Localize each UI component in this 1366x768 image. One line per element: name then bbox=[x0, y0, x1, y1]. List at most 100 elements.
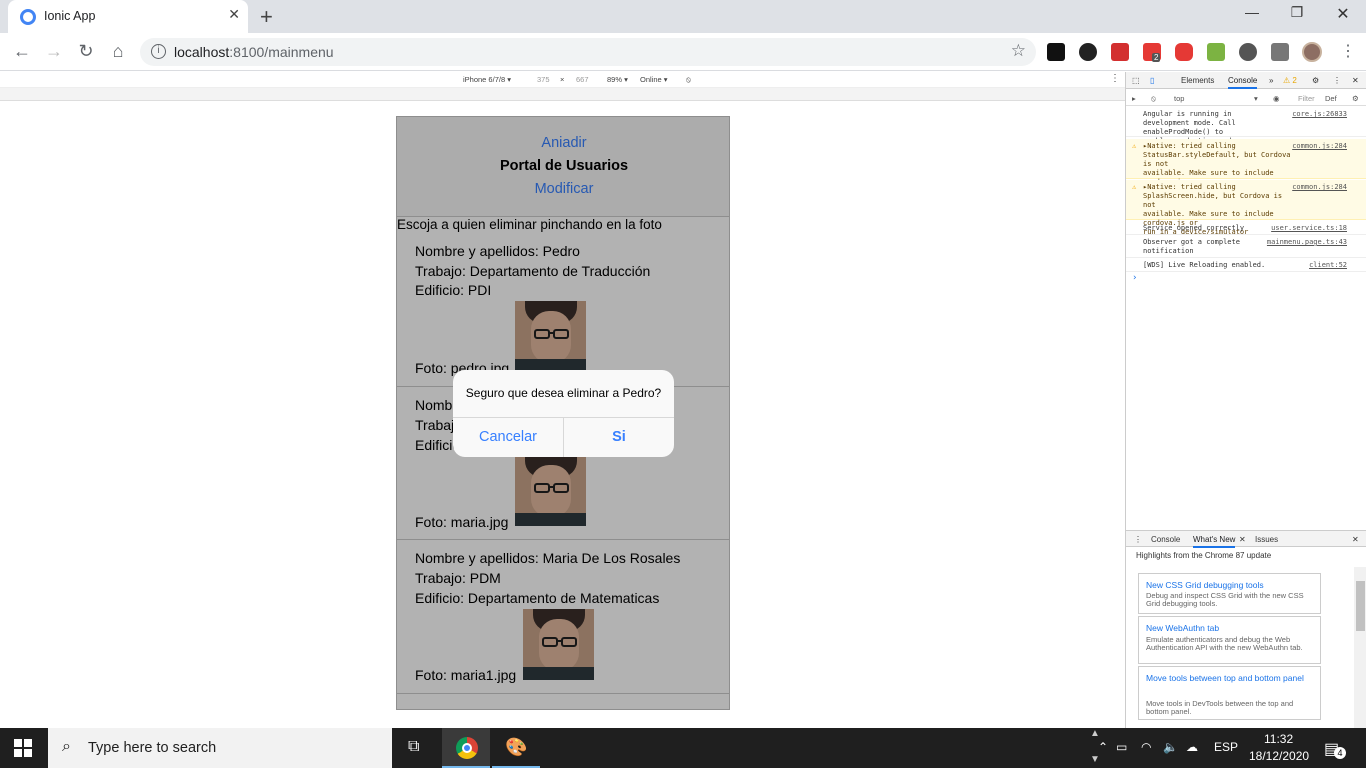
language-indicator[interactable]: ESP bbox=[1214, 740, 1238, 754]
device-select[interactable]: iPhone 6/7/8 ▾ bbox=[463, 75, 511, 84]
device-toolbar: iPhone 6/7/8 ▾ 375 × 667 89% ▾ Online ▾ … bbox=[0, 72, 1125, 88]
paint-icon: 🎨 bbox=[505, 737, 528, 757]
console-message: Angular is running in development mode. … bbox=[1126, 107, 1366, 145]
console-message: Service opened correctly user.service.ts… bbox=[1126, 221, 1366, 235]
context-select[interactable]: top bbox=[1174, 94, 1259, 103]
forward-icon[interactable]: → bbox=[42, 41, 66, 62]
drawer-tab-issues[interactable]: Issues bbox=[1255, 535, 1278, 544]
extension-icon[interactable] bbox=[1079, 43, 1097, 61]
drawer-menu-icon[interactable]: ⋮ bbox=[1134, 535, 1142, 544]
tab-console[interactable]: Console bbox=[1228, 76, 1258, 89]
drawer-tabbar: ⋮ Console What's New ✕ Issues ✕ bbox=[1126, 530, 1366, 548]
info-icon[interactable]: i bbox=[151, 44, 166, 59]
ext-badge: 2 bbox=[1152, 53, 1161, 62]
delete-confirm-alert: Seguro que desea eliminar a Pedro? Cance… bbox=[453, 370, 674, 457]
filter-input[interactable]: Filter bbox=[1298, 94, 1315, 103]
close-window-icon[interactable]: ✕ bbox=[1323, 4, 1363, 24]
close-devtools-icon[interactable]: ✕ bbox=[1352, 76, 1359, 85]
clock-time[interactable]: 11:32 bbox=[1264, 732, 1293, 746]
confirm-delete-button[interactable]: Si bbox=[564, 417, 674, 457]
tab-elements[interactable]: Elements bbox=[1181, 76, 1214, 85]
whats-new-desc: Emulate authenticators and debug the Web… bbox=[1146, 635, 1303, 652]
sidebar-toggle-icon[interactable]: ▸ bbox=[1132, 94, 1136, 103]
close-tab-icon[interactable]: ✕ bbox=[228, 6, 240, 23]
device-width[interactable]: 375 bbox=[537, 75, 550, 84]
console-message-source[interactable]: user.service.ts:18 bbox=[1271, 224, 1347, 232]
device-toggle-icon[interactable]: ▯ bbox=[1150, 76, 1154, 85]
paint-taskbar-app[interactable]: 🎨 bbox=[492, 728, 540, 768]
taskbar-search[interactable]: ⌕ Type here to search bbox=[48, 728, 392, 768]
clear-console-icon[interactable]: ⦸ bbox=[1151, 94, 1156, 104]
url-text[interactable]: localhost:8100/mainmenu bbox=[174, 44, 334, 60]
back-icon[interactable]: ← bbox=[10, 41, 34, 62]
pen-ext-icon[interactable] bbox=[1111, 43, 1129, 61]
windows-taskbar: ⌕ Type here to search ⧉ 🎨 ▲ ▼ ⌃ ▭ ◠ 🔈 ☁ … bbox=[0, 728, 1366, 768]
console-settings-icon[interactable]: ⚙ bbox=[1352, 94, 1359, 103]
browser-toolbar: ← → ↻ ⌂ i localhost:8100/mainmenu ☆ 2 ⋮ bbox=[0, 33, 1366, 71]
whats-new-card[interactable]: New WebAuthn tab Emulate authenticators … bbox=[1138, 616, 1321, 664]
task-view-icon[interactable]: ⧉ bbox=[392, 728, 440, 768]
badge-ext-icon[interactable]: 2 bbox=[1143, 43, 1161, 62]
warning-count-badge[interactable]: ⚠ 2 bbox=[1283, 76, 1297, 85]
settings-gear-icon[interactable]: ⚙ bbox=[1312, 76, 1319, 85]
volume-icon[interactable]: 🔈 bbox=[1163, 740, 1178, 754]
whats-new-title[interactable]: Move tools between top and bottom panel bbox=[1146, 671, 1316, 686]
browser-tab[interactable]: Ionic App ✕ bbox=[8, 0, 248, 33]
more-tabs-icon[interactable]: » bbox=[1269, 76, 1273, 85]
eye-icon[interactable]: ◉ bbox=[1273, 94, 1280, 103]
puzzle-extensions-icon[interactable] bbox=[1271, 43, 1289, 61]
rotate-icon[interactable]: ⦸ bbox=[686, 75, 691, 85]
plant-ext-icon[interactable] bbox=[1207, 43, 1225, 61]
drawer-scrollbar[interactable] bbox=[1354, 567, 1366, 728]
inspect-icon[interactable]: ⬚ bbox=[1132, 76, 1140, 85]
device-height[interactable]: 667 bbox=[576, 75, 589, 84]
whats-new-card[interactable]: Move tools between top and bottom panel … bbox=[1138, 666, 1321, 720]
bookmark-star-icon[interactable]: ☆ bbox=[1011, 41, 1026, 61]
device-more-icon[interactable]: ⋮ bbox=[1110, 73, 1120, 84]
console-message-source[interactable]: mainmenu.page.ts:43 bbox=[1267, 238, 1347, 246]
show-hidden-icons-icon[interactable]: ⌃ bbox=[1098, 740, 1108, 754]
reload-icon[interactable]: ↻ bbox=[74, 41, 98, 62]
devtools-menu-icon[interactable]: ⋮ bbox=[1333, 76, 1341, 85]
console-message: [WDS] Live Reloading enabled. client:52 bbox=[1126, 258, 1366, 272]
scroll-down-icon[interactable]: ▼ bbox=[1090, 754, 1100, 765]
context-chevron-icon[interactable]: ▾ bbox=[1254, 94, 1258, 103]
onedrive-icon[interactable]: ☁ bbox=[1186, 740, 1198, 754]
new-tab-icon[interactable]: + bbox=[260, 4, 273, 30]
play-ext-icon[interactable] bbox=[1239, 43, 1257, 61]
whats-new-title[interactable]: New WebAuthn tab bbox=[1146, 621, 1316, 636]
zoom-select[interactable]: 89% ▾ bbox=[607, 75, 628, 84]
video-ext-icon[interactable] bbox=[1175, 43, 1193, 61]
chrome-menu-icon[interactable]: ⋮ bbox=[1340, 41, 1356, 61]
youtube-ext-icon[interactable] bbox=[1047, 43, 1065, 61]
cancel-button[interactable]: Cancelar bbox=[453, 417, 563, 457]
console-message-source[interactable]: core.js:26833 bbox=[1292, 110, 1347, 118]
dimension-separator: × bbox=[560, 75, 565, 84]
ionic-favicon-icon bbox=[20, 9, 36, 25]
wifi-icon[interactable]: ◠ bbox=[1141, 740, 1151, 754]
log-levels-select[interactable]: Def bbox=[1325, 94, 1337, 103]
scroll-up-icon[interactable]: ▲ bbox=[1090, 728, 1100, 739]
battery-icon[interactable]: ▭ bbox=[1116, 740, 1127, 754]
profile-avatar[interactable] bbox=[1302, 42, 1322, 62]
drawer-tab-whats-new[interactable]: What's New bbox=[1193, 535, 1236, 548]
devtools-panel: ⬚ ▯ Elements Console » ⚠ 2 ⚙ ⋮ ✕ ▸ ⦸ top… bbox=[1125, 72, 1366, 728]
console-message-source[interactable]: client:52 bbox=[1309, 261, 1347, 269]
home-icon[interactable]: ⌂ bbox=[106, 41, 130, 62]
close-tab-icon[interactable]: ✕ bbox=[1239, 535, 1246, 544]
clock-date[interactable]: 18/12/2020 bbox=[1249, 749, 1309, 763]
chrome-taskbar-app[interactable] bbox=[442, 728, 490, 768]
windows-start-icon[interactable] bbox=[14, 739, 32, 757]
close-drawer-icon[interactable]: ✕ bbox=[1352, 535, 1359, 544]
console-prompt[interactable]: › bbox=[1132, 273, 1137, 283]
restore-icon[interactable]: ❐ bbox=[1277, 4, 1317, 21]
address-bar[interactable]: i localhost:8100/mainmenu ☆ bbox=[140, 38, 1036, 66]
console-message-source[interactable]: common.js:284 bbox=[1292, 142, 1347, 150]
scrollbar-thumb[interactable] bbox=[1356, 581, 1365, 631]
network-select[interactable]: Online ▾ bbox=[640, 75, 668, 84]
minimize-icon[interactable]: — bbox=[1232, 4, 1272, 20]
whats-new-card[interactable]: New CSS Grid debugging tools Debug and i… bbox=[1138, 573, 1321, 614]
notification-icon[interactable]: ▤ 4 bbox=[1324, 739, 1346, 759]
drawer-tab-console[interactable]: Console bbox=[1151, 535, 1180, 544]
console-message-source[interactable]: common.js:284 bbox=[1292, 183, 1347, 191]
